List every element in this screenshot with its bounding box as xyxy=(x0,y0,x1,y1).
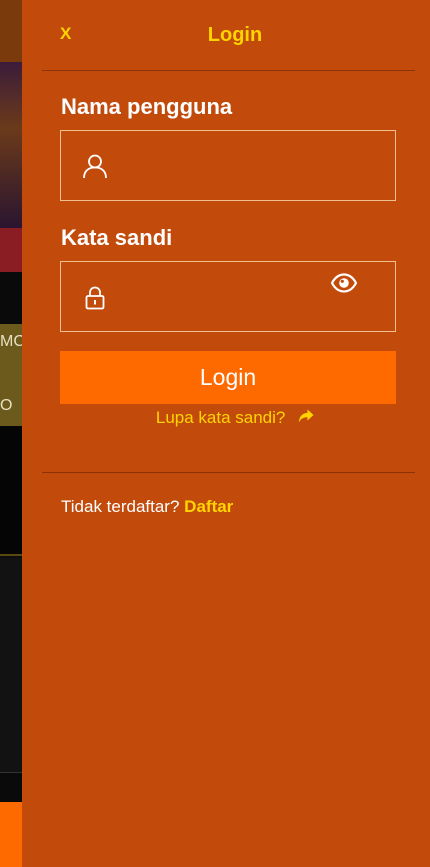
bg-marquee-text: MC xyxy=(0,333,22,350)
bg-bottom-button xyxy=(0,802,22,867)
lock-icon xyxy=(85,286,105,315)
header-divider xyxy=(42,70,415,71)
register-prompt: Tidak terdaftar? Daftar xyxy=(61,497,233,517)
password-input[interactable] xyxy=(125,262,345,331)
background-page: MC O xyxy=(0,0,22,867)
user-icon xyxy=(82,153,108,184)
bg-header-block xyxy=(0,0,22,62)
bg-dark-bar xyxy=(0,272,22,324)
share-arrow-icon xyxy=(298,409,314,429)
bg-game-list xyxy=(0,558,22,772)
forgot-password-label: Lupa kata sandi? xyxy=(155,408,286,427)
panel-header: X Login xyxy=(22,0,430,70)
username-input[interactable] xyxy=(125,131,345,200)
bg-banner-image xyxy=(0,62,22,228)
login-button[interactable]: Login xyxy=(60,351,396,404)
username-field[interactable] xyxy=(60,130,396,201)
password-label: Kata sandi xyxy=(61,225,173,250)
eye-icon[interactable] xyxy=(330,273,358,298)
bg-marquee-text-2: O xyxy=(0,397,13,414)
bg-red-bar xyxy=(0,228,22,272)
section-divider xyxy=(42,472,415,473)
bg-divider xyxy=(0,772,22,802)
username-label: Nama pengguna xyxy=(61,94,233,119)
register-prompt-text: Tidak terdaftar? xyxy=(61,497,180,516)
register-link[interactable]: Daftar xyxy=(184,497,233,516)
page-title: Login xyxy=(207,24,263,46)
password-field[interactable] xyxy=(60,261,396,332)
forgot-password-link[interactable]: Lupa kata sandi? xyxy=(22,408,430,429)
bg-section xyxy=(0,426,22,556)
login-panel: X Login Nama pengguna Kata sandi Login L… xyxy=(22,0,430,867)
